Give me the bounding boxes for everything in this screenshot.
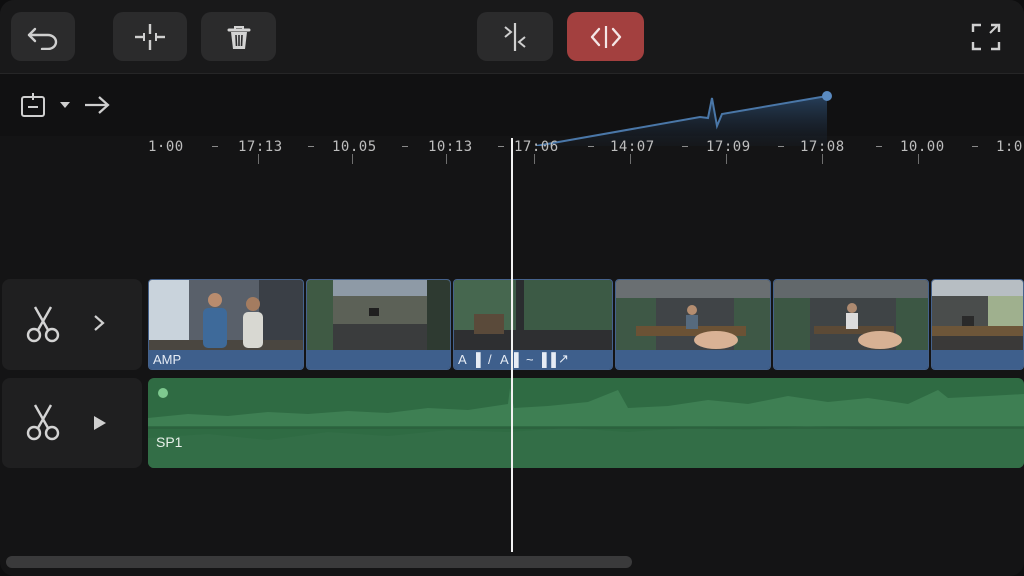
split-button[interactable] (113, 12, 187, 61)
code-brackets-icon (590, 25, 621, 48)
clip-bar: A ▌ / A ▌ ~ ▌▌ ↗ (454, 350, 612, 369)
audio-waveform (148, 388, 1024, 468)
video-clip[interactable] (615, 279, 771, 370)
calendar-button[interactable] (18, 90, 48, 120)
clip-thumbnail (307, 280, 450, 352)
video-clip[interactable] (306, 279, 451, 370)
clip-thumbnail (616, 280, 770, 352)
clip-marker: A (458, 352, 467, 367)
video-track[interactable]: AMP A ▌ / A ▌ ~ ▌▌ ↗ (148, 279, 1024, 370)
clip-marker: ▌ (514, 352, 524, 367)
undo-icon (27, 27, 58, 50)
ruler-tick (498, 146, 504, 147)
clip-marker: ▌ (476, 352, 486, 367)
ruler-label: 10.00 (900, 139, 945, 155)
video-clip[interactable] (931, 279, 1024, 370)
fullscreen-icon (971, 23, 1001, 51)
ruler-tick (822, 154, 823, 164)
ruler-tick (588, 146, 594, 147)
split-icon (135, 23, 165, 50)
audio-clip-label: SP1 (156, 434, 183, 450)
ruler-tick (352, 154, 353, 164)
audio-keyframe-dot[interactable] (158, 388, 168, 398)
ruler-label: 10:13 (428, 139, 473, 155)
delete-button[interactable] (201, 12, 276, 61)
calendar-icon (21, 93, 45, 117)
video-editor-window: 1·00 17:13 10.05 10:13 17:06 14:07 17:09… (0, 0, 1024, 576)
ruler-tick (212, 146, 218, 147)
clip-marker: ~ (526, 352, 534, 367)
video-clip[interactable]: AMP (148, 279, 304, 370)
ruler-label: 10.05 (332, 139, 377, 155)
clip-thumbnail (932, 280, 1023, 352)
trash-icon (227, 25, 250, 49)
clip-bar: AMP (149, 350, 303, 369)
horizontal-scrollbar[interactable] (6, 556, 632, 568)
video-clip[interactable] (773, 279, 929, 370)
audio-track-head[interactable] (2, 378, 142, 468)
ruler-label: 14:07 (610, 139, 655, 155)
clip-bar (932, 350, 1023, 369)
clip-thumbnail (774, 280, 928, 352)
ruler-tick (972, 146, 978, 147)
ruler-tick (534, 154, 535, 164)
ruler-tick (726, 154, 727, 164)
ruler-label: 17:09 (706, 139, 751, 155)
clip-marker: / (488, 352, 492, 367)
trim-icon (504, 22, 526, 51)
clip-thumbnail (149, 280, 303, 352)
ruler-tick (630, 154, 631, 164)
clip-marker: ↗ (558, 351, 569, 366)
clip-label: AMP (153, 352, 182, 367)
top-toolbar (0, 0, 1024, 74)
clip-bar (616, 350, 770, 369)
scissors-icon (26, 404, 60, 441)
ruler-tick (258, 154, 259, 164)
ruler-tick (918, 154, 919, 164)
audio-track[interactable]: SP1 (148, 378, 1024, 468)
chevron-right-icon[interactable] (92, 314, 106, 332)
secondary-toolbar (0, 74, 1024, 146)
chevron-down-icon (60, 102, 70, 108)
timeline-ruler[interactable]: 1·00 17:13 10.05 10:13 17:06 14:07 17:09… (146, 136, 1024, 166)
video-track-head[interactable] (2, 279, 142, 370)
clip-thumbnail (454, 280, 612, 352)
video-clip[interactable]: A ▌ / A ▌ ~ ▌▌ ↗ (453, 279, 613, 370)
ruler-tick (446, 154, 447, 164)
ripple-edit-button[interactable] (567, 12, 644, 61)
clip-bar (774, 350, 928, 369)
ruler-tick (402, 146, 408, 147)
trim-button[interactable] (477, 12, 553, 61)
ruler-label: 17:08 (800, 139, 845, 155)
keyframe-handle[interactable] (822, 91, 832, 101)
clip-bar (307, 350, 450, 369)
play-icon[interactable] (92, 414, 108, 432)
ruler-tick (682, 146, 688, 147)
arrow-right-icon (85, 96, 110, 114)
undo-button[interactable] (11, 12, 75, 61)
scissors-icon (26, 306, 60, 343)
fullscreen-button[interactable] (968, 20, 1004, 54)
playhead[interactable] (511, 138, 513, 552)
ruler-tick (876, 146, 882, 147)
ruler-label: 17:06 (514, 139, 559, 155)
clip-marker: A (500, 352, 509, 367)
ruler-label: 1:0 (996, 139, 1023, 155)
ruler-tick (778, 146, 784, 147)
ruler-label: 17:13 (238, 139, 283, 155)
ruler-label: 1·00 (148, 139, 184, 155)
dropdown-button[interactable] (58, 98, 72, 112)
ruler-tick (308, 146, 314, 147)
forward-button[interactable] (82, 92, 112, 118)
